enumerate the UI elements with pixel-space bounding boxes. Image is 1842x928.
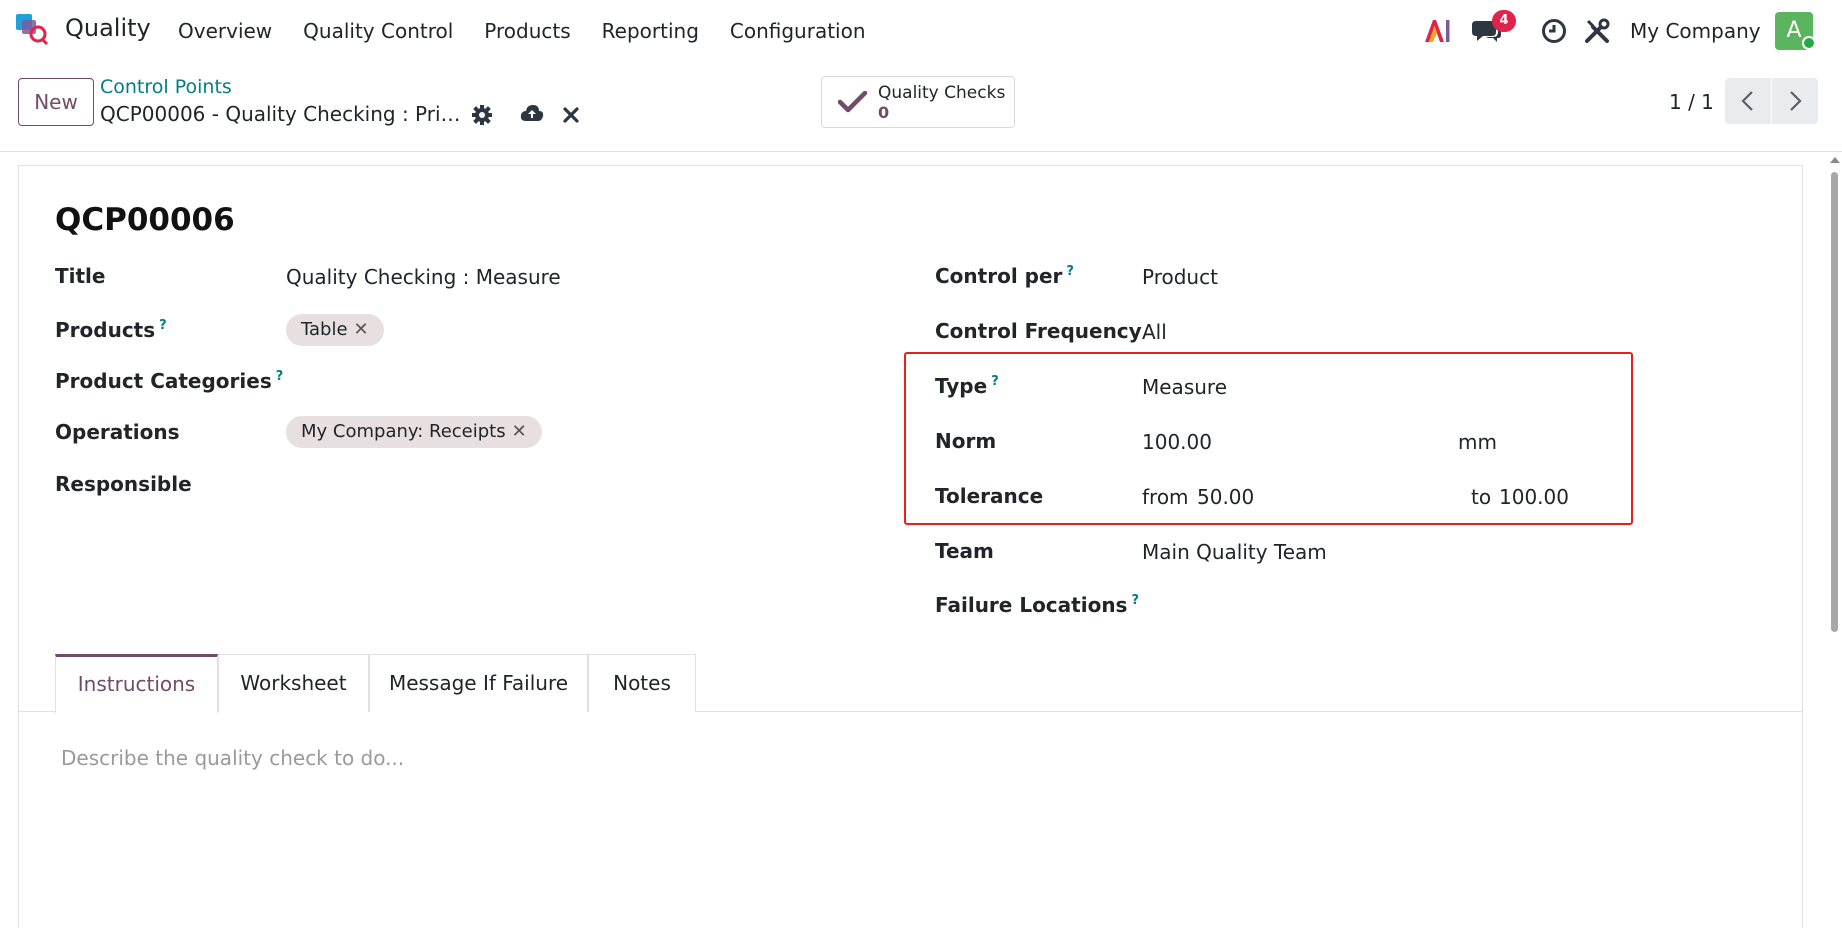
tools-icon[interactable] [1584,18,1610,49]
products-label: Products? [55,318,167,342]
menu-item-quality-control[interactable]: Quality Control [303,19,453,43]
product-categories-help-icon[interactable]: ? [276,369,284,384]
failure-locations-label-text: Failure Locations [935,593,1128,617]
menu-item-configuration[interactable]: Configuration [730,19,866,43]
norm-label: Norm [935,429,997,453]
chevron-right-icon [1790,91,1802,111]
new-button[interactable]: New [18,78,94,126]
tolerance-from-label: from [1142,485,1189,509]
smart-button-count: 0 [878,103,890,122]
clock-icon[interactable] [1541,18,1567,49]
app-name[interactable]: Quality [65,14,151,42]
product-tag-table[interactable]: Table ✕ [286,314,384,346]
control-per-field[interactable]: Product [1142,265,1218,289]
scroll-up-arrow-icon[interactable] [1830,157,1840,163]
type-label: Type? [935,374,999,398]
operation-tag-receipts[interactable]: My Company: Receipts ✕ [286,416,542,448]
discard-close-icon[interactable] [562,105,580,129]
breadcrumb-control-points[interactable]: Control Points [100,76,232,98]
smart-button-label: Quality Checks [878,83,1006,103]
menu-item-products[interactable]: Products [484,19,570,43]
type-label-text: Type [935,374,988,398]
menu-item-reporting[interactable]: Reporting [602,19,699,43]
company-switcher[interactable]: My Company [1630,19,1761,43]
scrollbar-thumb[interactable] [1831,172,1838,632]
control-frequency-field[interactable]: All [1142,320,1167,344]
pager-value[interactable]: 1 / 1 [1669,90,1714,114]
chevron-left-icon [1741,91,1753,111]
title-label: Title [55,264,106,288]
product-tag-label: Table [301,319,348,340]
products-label-text: Products [55,318,156,342]
control-per-label: Control per? [935,264,1074,288]
failure-locations-help-icon[interactable]: ? [1131,593,1139,608]
tab-worksheet[interactable]: Worksheet [218,654,369,712]
record-reference: QCP00006 [55,202,235,238]
quality-checks-smart-button[interactable]: Quality Checks 0 [821,76,1015,128]
responsible-label: Responsible [55,472,192,496]
operations-label: Operations [55,420,180,444]
record-name: QCP00006 - Quality Checking : Printing M… [100,102,462,126]
control-per-label-text: Control per [935,264,1063,288]
top-navbar: Quality Overview Quality Control Product… [0,0,1842,62]
tolerance-label: Tolerance [935,484,1044,508]
norm-unit: mm [1458,430,1497,454]
type-help-icon[interactable]: ? [991,374,999,389]
type-field[interactable]: Measure [1142,375,1227,399]
tab-notes[interactable]: Notes [588,654,696,712]
online-status-dot [1802,36,1816,50]
ai-icon[interactable] [1423,18,1451,49]
gear-icon[interactable] [471,104,493,131]
tolerance-to-label: to [1471,485,1492,509]
tolerance-max-field[interactable]: 100.00 [1499,485,1569,509]
product-categories-label-text: Product Categories [55,369,272,393]
notebook-tabs: Instructions Worksheet Message If Failur… [18,654,1803,713]
quality-app-icon[interactable] [16,14,50,46]
failure-locations-label: Failure Locations? [935,593,1139,617]
team-field[interactable]: Main Quality Team [1142,540,1327,564]
instructions-editor[interactable]: Describe the quality check to do... [61,746,404,770]
main-menu: Overview Quality Control Products Report… [178,19,897,43]
tab-message-if-failure[interactable]: Message If Failure [369,654,588,712]
operation-tag-label: My Company: Receipts [301,421,506,442]
product-categories-label: Product Categories? [55,369,283,393]
remove-tag-icon[interactable]: ✕ [354,319,369,340]
control-frequency-label: Control Frequency [935,319,1142,343]
chat-badge: 4 [1492,10,1516,32]
norm-field[interactable]: 100.00 [1142,430,1212,454]
control-panel: New Control Points QCP00006 - Quality Ch… [0,62,1842,152]
pager-next-button[interactable] [1772,78,1818,124]
menu-item-overview[interactable]: Overview [178,19,272,43]
title-field[interactable]: Quality Checking : Measure [286,265,561,289]
save-cloud-icon[interactable] [520,104,544,129]
pager-previous-button[interactable] [1725,78,1771,124]
control-per-help-icon[interactable]: ? [1066,264,1074,279]
team-label: Team [935,539,994,563]
tab-instructions[interactable]: Instructions [55,654,218,713]
tolerance-min-field[interactable]: 50.00 [1197,485,1254,509]
remove-tag-icon[interactable]: ✕ [512,421,527,442]
scrollbar[interactable] [1826,152,1842,928]
check-icon [837,90,868,118]
products-help-icon[interactable]: ? [159,318,167,333]
